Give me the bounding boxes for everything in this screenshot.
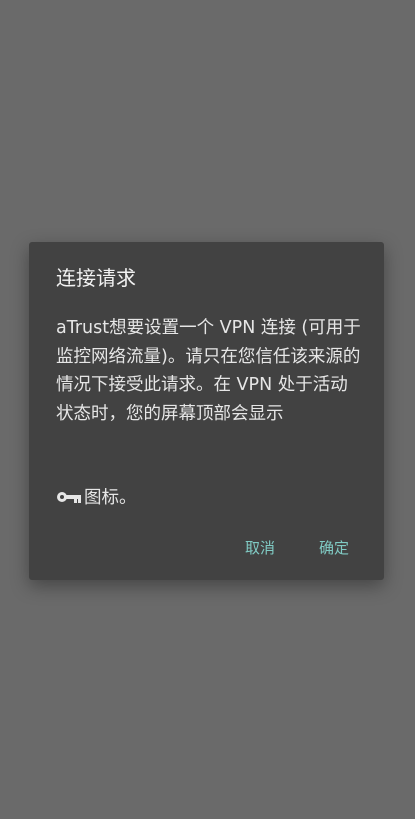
key-icon <box>56 489 82 503</box>
cancel-button[interactable]: 取消 <box>245 538 275 558</box>
icon-line: 图标。 <box>56 482 137 510</box>
vpn-connection-request-dialog: 连接请求 aTrust想要设置一个 VPN 连接 (可用于监控网络流量)。请只在… <box>29 242 384 580</box>
icon-line-text: 图标。 <box>84 487 137 508</box>
ok-button[interactable]: 确定 <box>319 538 349 558</box>
dialog-message: aTrust想要设置一个 VPN 连接 (可用于监控网络流量)。请只在您信任该来… <box>56 318 361 424</box>
dialog-title: 连接请求 <box>56 266 136 290</box>
